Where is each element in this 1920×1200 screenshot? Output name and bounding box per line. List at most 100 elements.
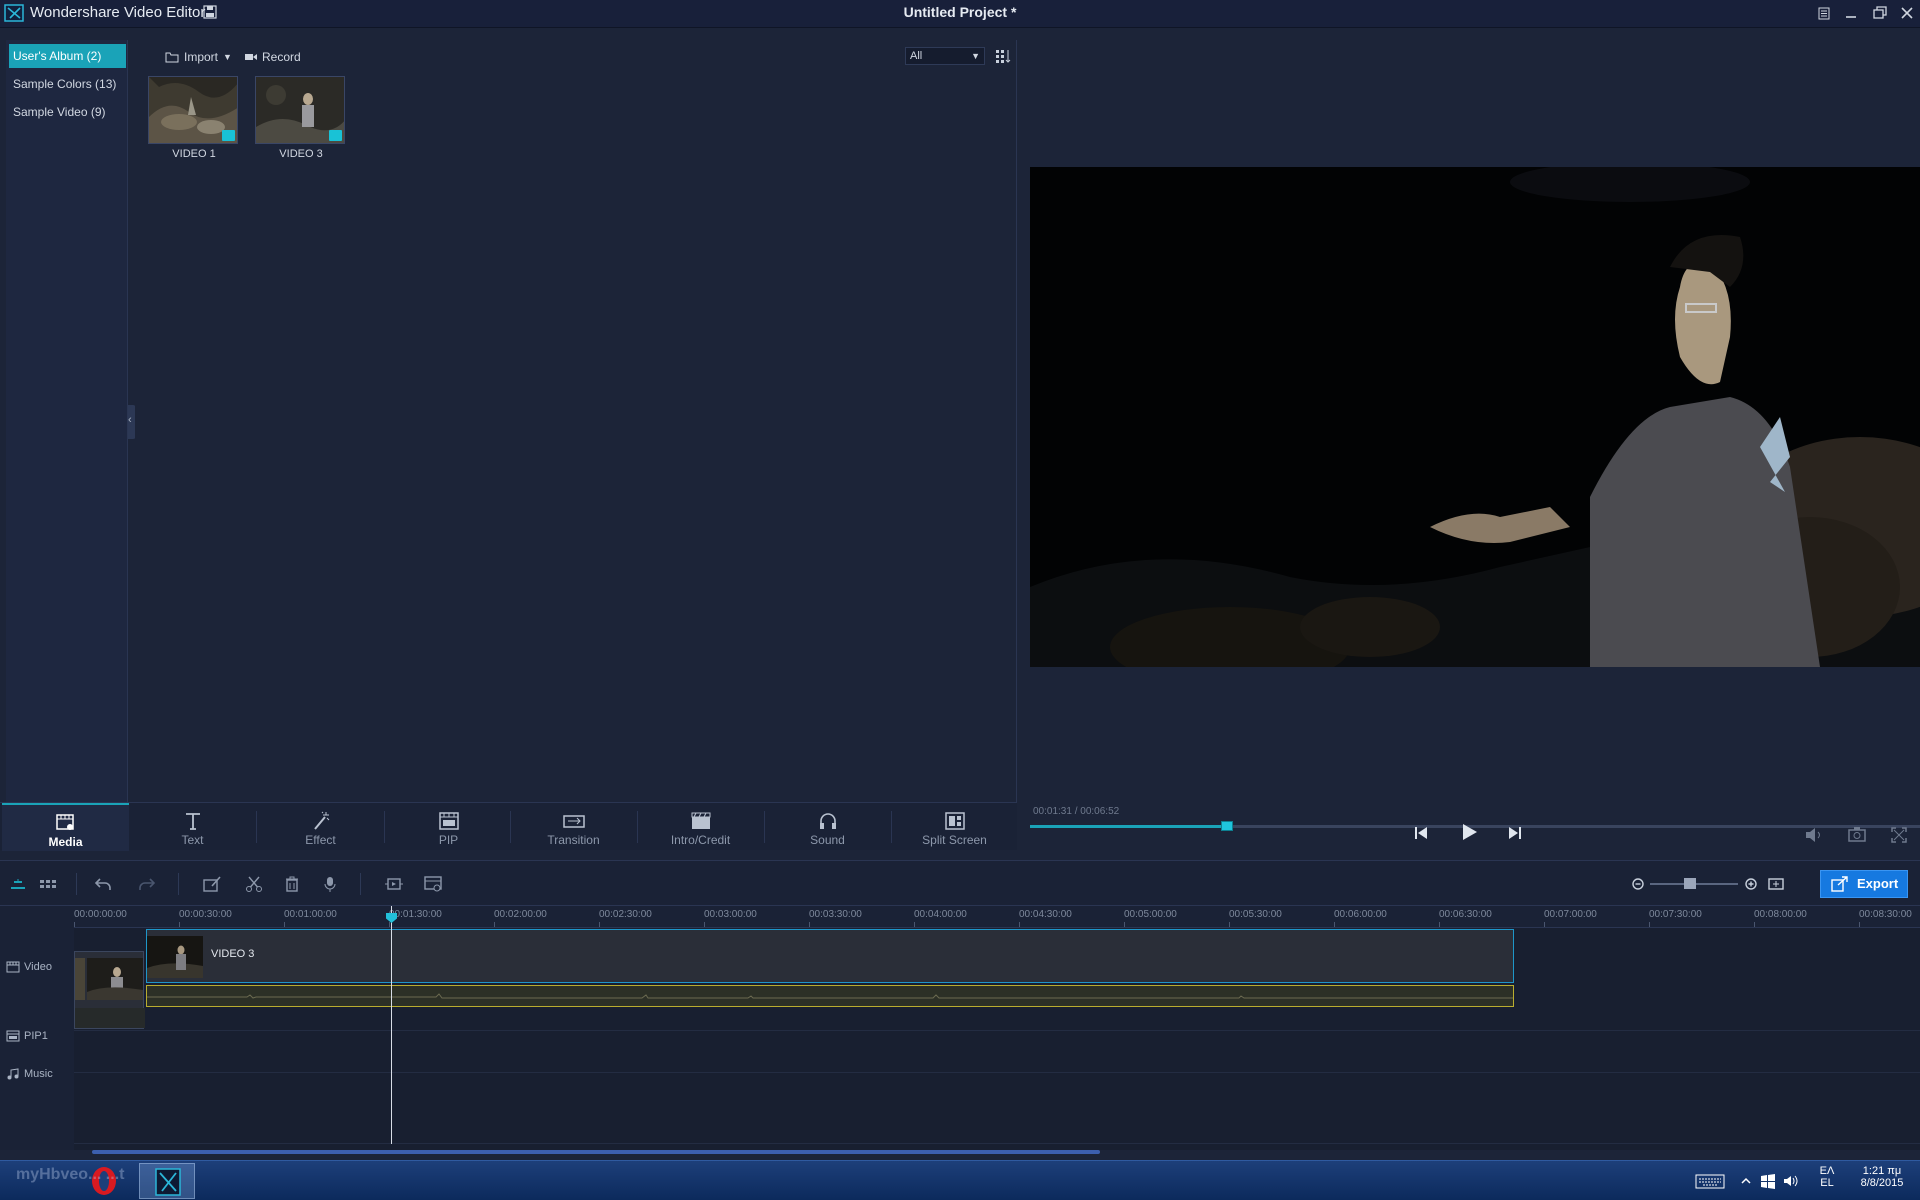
zoom-out-icon[interactable] (1628, 874, 1648, 894)
media-item-video1[interactable]: VIDEO 1 (148, 76, 240, 160)
ruler-tick (1439, 922, 1440, 927)
timeline-ruler[interactable]: 00:00:00:00 00:00:30:00 00:01:00:00 00:01:3… (74, 906, 1920, 928)
tab-intro-credit[interactable]: Intro/Credit (637, 803, 764, 851)
ruler-tick-label: 00:00:30:00 (179, 909, 232, 920)
tab-label: Media (48, 835, 83, 849)
ruler-tick (1019, 922, 1020, 927)
album-users[interactable]: User's Album (2) (9, 44, 126, 68)
play-icon[interactable] (1458, 821, 1480, 843)
next-frame-icon[interactable] (1504, 822, 1526, 844)
tab-effect[interactable]: Effect (257, 803, 384, 851)
tab-sound[interactable]: Sound (764, 803, 891, 851)
ruler-tick (599, 922, 600, 927)
voiceover-mic-icon[interactable] (320, 874, 340, 894)
tab-label: Intro/Credit (670, 833, 731, 847)
clip-name: VIDEO 3 (211, 948, 255, 960)
ruler-tick (1124, 922, 1125, 927)
zoom-in-icon[interactable] (1741, 874, 1761, 894)
zoom-slider-knob[interactable] (1684, 878, 1696, 889)
ruler-tick (1649, 922, 1650, 927)
ruler-tick (704, 922, 705, 927)
keyboard-icon[interactable] (1695, 1173, 1725, 1189)
progress-knob[interactable] (1221, 821, 1233, 831)
playhead-line[interactable] (391, 906, 392, 1144)
pip1-track[interactable] (74, 1031, 1920, 1073)
tab-text[interactable]: Text (129, 803, 256, 851)
settings-panel-icon[interactable] (423, 874, 443, 894)
clapperboard-icon (691, 812, 710, 829)
clock[interactable]: 1:21 πμ 8/8/2015 (1850, 1165, 1914, 1189)
chevron-left-icon: ‹ (128, 414, 132, 426)
delete-trash-icon[interactable] (282, 874, 302, 894)
video-clip-1[interactable] (74, 951, 145, 1029)
ruler-tick-label: 00:07:30:00 (1649, 909, 1702, 920)
album-sample-video[interactable]: Sample Video (9) (9, 100, 126, 124)
ruler-tick-label: 00:03:30:00 (809, 909, 862, 920)
minimize-icon[interactable] (1840, 3, 1862, 23)
audio-clip-video3[interactable] (146, 985, 1514, 1007)
ruler-tick (74, 922, 75, 927)
tab-pip[interactable]: PIP (385, 803, 512, 851)
clip-thumbnail (87, 958, 143, 1000)
windows-taskbar: ΕΛ EL 1:21 πμ 8/8/2015 (0, 1160, 1920, 1200)
chevron-down-icon: ▼ (971, 51, 980, 61)
app-window: Wondershare Video Editor Untitled Projec… (0, 0, 1920, 1200)
video-clip-video3[interactable]: VIDEO 3 (146, 929, 1514, 983)
media-item-video3[interactable]: VIDEO 3 (255, 76, 347, 160)
split-scissors-icon[interactable] (244, 874, 264, 894)
app-logo-icon (4, 4, 24, 22)
ruler-tick-label: 00:01:00:00 (284, 909, 337, 920)
tab-label: Sound (810, 833, 845, 847)
ruler-tick (284, 922, 285, 927)
undo-icon[interactable] (94, 874, 114, 894)
tray-expand-icon[interactable] (1738, 1173, 1754, 1189)
tab-media[interactable]: Media (2, 803, 129, 851)
preview-panel (1018, 28, 1920, 850)
album-sample-colors[interactable]: Sample Colors (13) (9, 72, 126, 96)
video-track[interactable]: VIDEO 3 (74, 928, 1920, 1031)
track-label-music: Music (6, 1068, 53, 1080)
menu-icon[interactable] (1813, 3, 1835, 23)
export-button[interactable]: Export (1820, 870, 1908, 898)
zoom-fit-icon[interactable] (1766, 874, 1786, 894)
app-title: Wondershare Video Editor (30, 4, 206, 21)
media-filter-select[interactable]: All ▼ (905, 47, 985, 65)
close-icon[interactable] (1896, 3, 1918, 23)
ruler-tick-label: 00:04:30:00 (1019, 909, 1072, 920)
record-button[interactable]: Record (245, 48, 301, 66)
video-frame-image (1030, 167, 1920, 667)
snapshot-camera-icon[interactable] (1846, 824, 1868, 846)
music-note-icon (7, 1068, 19, 1080)
pip-track-icon (6, 1030, 20, 1042)
track-label-video: Video (6, 961, 52, 973)
edit-clip-icon[interactable] (202, 874, 222, 894)
volume-icon[interactable] (1803, 824, 1825, 846)
speaker-icon[interactable] (1782, 1173, 1798, 1189)
music-track[interactable] (74, 1073, 1920, 1144)
windows-flag-icon[interactable] (1760, 1173, 1776, 1189)
grid-view-icon[interactable] (995, 48, 1011, 64)
clip-thumbnail (147, 936, 203, 978)
restore-icon[interactable] (1869, 3, 1891, 23)
storyboard-view-icon[interactable] (38, 874, 58, 894)
timeline-toolbar: Export (0, 860, 1920, 906)
video-thumbnail (255, 76, 345, 144)
timeline-view-icon[interactable] (8, 874, 28, 894)
tab-split-screen[interactable]: Split Screen (891, 803, 1018, 851)
save-icon[interactable] (203, 5, 217, 19)
taskbar-video-editor-button[interactable] (139, 1163, 195, 1199)
fullscreen-icon[interactable] (1888, 824, 1910, 846)
import-button[interactable]: Import ▼ (165, 48, 232, 66)
headphones-icon (819, 813, 836, 829)
fit-timeline-icon[interactable] (384, 874, 404, 894)
previous-frame-icon[interactable] (1410, 822, 1432, 844)
ruler-tick (389, 922, 390, 927)
ruler-tick (1859, 922, 1860, 927)
preview-video-frame[interactable] (1030, 167, 1920, 667)
timeline-horizontal-scrollbar[interactable] (92, 1150, 1100, 1154)
dropdown-arrow-icon: ▼ (223, 52, 232, 62)
redo-icon[interactable] (136, 874, 156, 894)
project-title: Untitled Project * (903, 4, 1017, 20)
tab-transition[interactable]: Transition (510, 803, 637, 851)
language-indicator[interactable]: ΕΛ EL (1812, 1165, 1842, 1189)
